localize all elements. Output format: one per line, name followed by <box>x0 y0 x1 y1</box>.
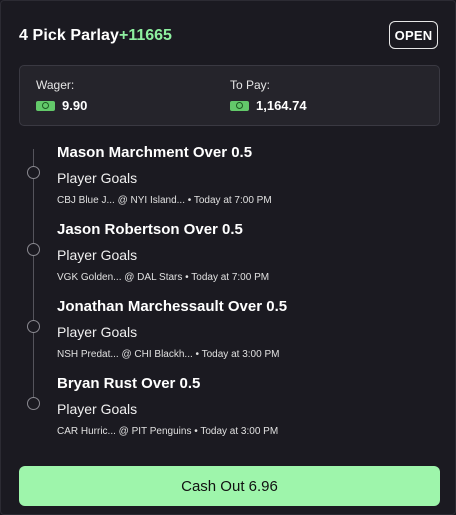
leg-item: Jason Robertson Over 0.5 Player Goals VG… <box>57 221 427 283</box>
wager-value: 9.90 <box>62 98 88 113</box>
leg-title: Jason Robertson Over 0.5 <box>57 221 243 238</box>
parlay-card: 4 Pick Parlay +11665 OPEN Wager: 9.90 To… <box>0 0 456 515</box>
leg-item: Jonathan Marchessault Over 0.5 Player Go… <box>57 298 427 360</box>
to-pay-amount-row: 1,164.74 <box>230 98 307 113</box>
parlay-title: 4 Pick Parlay <box>19 27 120 44</box>
leg-title: Bryan Rust Over 0.5 <box>57 375 201 392</box>
parlay-header: 4 Pick Parlay +11665 OPEN <box>19 21 438 49</box>
to-pay-value: 1,164.74 <box>256 98 307 113</box>
wager-summary: Wager: 9.90 To Pay: 1,164.74 <box>19 65 440 126</box>
to-pay-label: To Pay: <box>230 78 271 92</box>
leg-title: Jonathan Marchessault Over 0.5 <box>57 298 288 315</box>
parlay-odds: +11665 <box>119 27 172 44</box>
timeline-dot <box>27 243 40 256</box>
leg-item: Mason Marchment Over 0.5 Player Goals CB… <box>57 144 427 206</box>
leg-meta: CAR Hurric... @ PIT Penguins • Today at … <box>57 426 279 437</box>
leg-meta: NSH Predat... @ CHI Blackh... • Today at… <box>57 349 280 360</box>
timeline-dot <box>27 320 40 333</box>
timeline-dot <box>27 397 40 410</box>
to-pay-stat: To Pay: 1,164.74 <box>230 78 307 113</box>
cash-out-button[interactable]: Cash Out 6.96 <box>19 466 440 506</box>
leg-meta: CBJ Blue J... @ NYI Island... • Today at… <box>57 195 272 206</box>
cash-icon <box>36 100 55 111</box>
cash-icon <box>230 100 249 111</box>
wager-amount-row: 9.90 <box>36 98 87 113</box>
timeline-line <box>33 149 34 406</box>
wager-label: Wager: <box>36 78 75 92</box>
leg-market: Player Goals <box>57 170 138 186</box>
leg-item: Bryan Rust Over 0.5 Player Goals CAR Hur… <box>57 375 427 437</box>
wager-stat: Wager: 9.90 <box>36 78 87 113</box>
leg-market: Player Goals <box>57 401 138 417</box>
leg-market: Player Goals <box>57 324 138 340</box>
timeline-dot <box>27 166 40 179</box>
leg-market: Player Goals <box>57 247 138 263</box>
leg-title: Mason Marchment Over 0.5 <box>57 144 253 161</box>
leg-meta: VGK Golden... @ DAL Stars • Today at 7:0… <box>57 272 270 283</box>
status-badge: OPEN <box>389 21 438 49</box>
